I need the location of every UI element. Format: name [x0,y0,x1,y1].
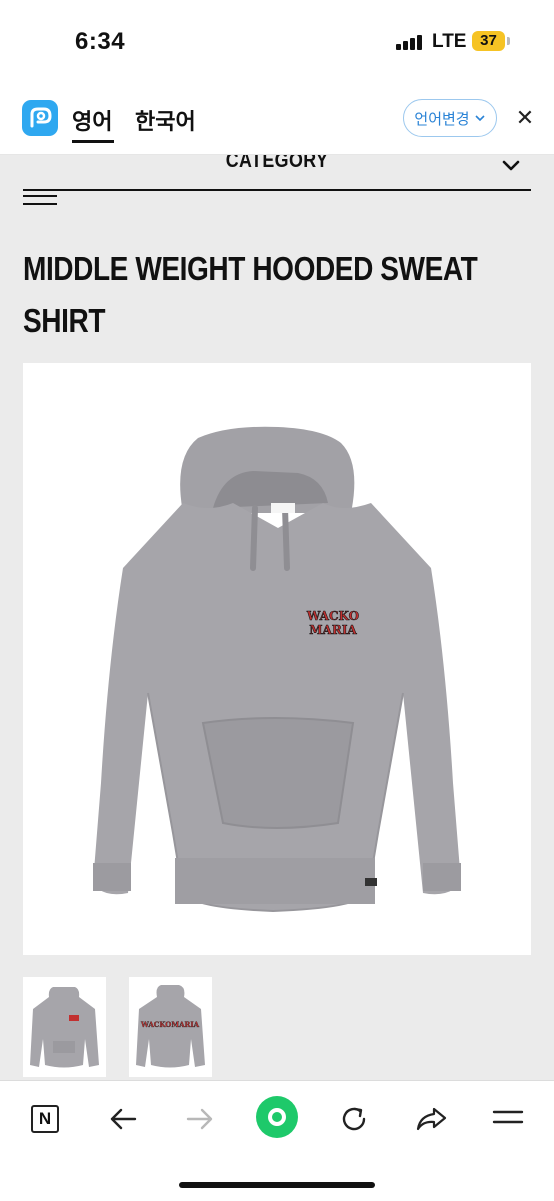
product-title-line-1: MIDDLE WEIGHT HOODED SWEAT [23,250,478,287]
naver-n-icon[interactable]: N [25,1099,65,1139]
network-label: LTE [432,31,467,52]
share-icon[interactable] [411,1099,451,1139]
thumbnail-front[interactable] [23,977,106,1077]
category-dropdown[interactable]: CATEGORY [0,155,554,191]
back-arrow-icon[interactable] [103,1099,143,1139]
active-tab-indicator [72,140,114,143]
menu-icon[interactable] [488,1099,528,1139]
menu-icon[interactable] [23,195,57,205]
close-icon[interactable]: ✕ [513,106,537,130]
green-dot-icon[interactable] [255,1095,299,1139]
product-main-image[interactable]: WACKO MARIA [23,363,531,955]
chest-print-line-2: MARIA [309,623,357,637]
chevron-down-icon [475,115,485,122]
thumbnail-back[interactable]: WACKOMARIA [129,977,212,1077]
home-indicator [179,1182,375,1188]
chest-print-line-1: WACKO [306,609,359,623]
signal-icon [396,34,424,50]
web-page: CATEGORY MIDDLE WEIGHT HOODED SWEAT SHIR… [0,155,554,1080]
divider [23,189,531,191]
battery-icon: 37 [472,31,505,51]
forward-arrow-icon[interactable] [180,1099,220,1139]
refresh-icon[interactable] [334,1099,374,1139]
translate-bar: 영어 한국어 언어변경 ✕ [0,84,554,155]
product-title-line-2: SHIRT [23,302,106,339]
back-print-text: WACKOMARIA [140,1020,200,1029]
product-title: MIDDLE WEIGHT HOODED SWEAT SHIRT [23,243,525,347]
tab-korean[interactable]: 한국어 [135,104,196,136]
tab-english[interactable]: 영어 [72,104,112,136]
category-label: CATEGORY [225,155,329,172]
change-language-button[interactable]: 언어변경 [403,99,497,137]
papago-logo-icon [22,100,58,136]
change-language-label: 언어변경 [414,110,470,128]
status-time: 6:34 [75,28,126,55]
battery-tip [507,37,510,45]
chevron-down-icon [502,160,520,171]
status-bar: 6:34 LTE 37 [0,0,554,84]
